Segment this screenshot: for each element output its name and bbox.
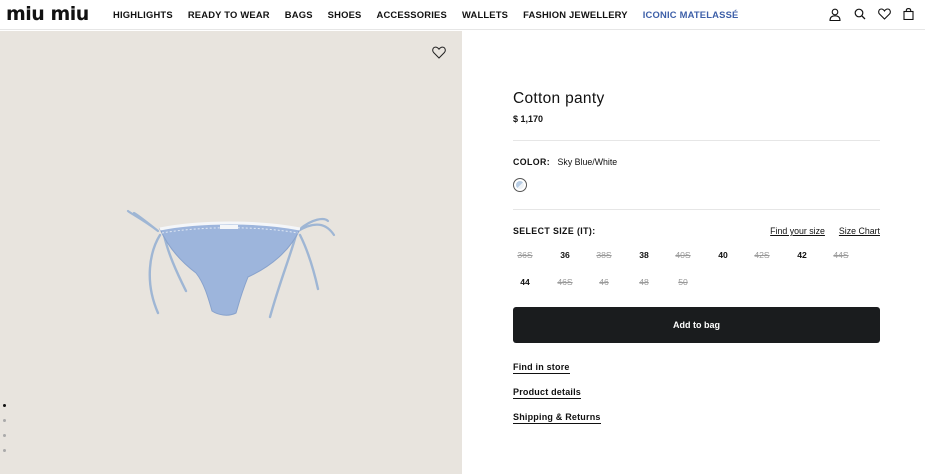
main-nav: HIGHLIGHTS READY TO WEAR BAGS SHOES ACCE… bbox=[113, 0, 754, 28]
header-icons bbox=[827, 6, 925, 22]
size-option[interactable]: 42S bbox=[750, 250, 774, 260]
size-option[interactable]: 42 bbox=[790, 250, 814, 260]
product-details-link[interactable]: Product details bbox=[513, 387, 582, 399]
product-price: $ 1,170 bbox=[513, 114, 544, 124]
divider bbox=[513, 209, 880, 210]
shipping-returns-link[interactable]: Shipping & Returns bbox=[513, 412, 601, 424]
divider bbox=[513, 140, 880, 141]
size-label: SELECT SIZE (IT): bbox=[513, 226, 596, 236]
nav-item-iconic-matelasse[interactable]: ICONIC MATELASSÉ bbox=[643, 9, 739, 20]
nav-item-ready-to-wear[interactable]: READY TO WEAR bbox=[188, 9, 270, 20]
nav-item-highlights[interactable]: HIGHLIGHTS bbox=[113, 9, 173, 20]
bag-icon[interactable] bbox=[901, 6, 917, 22]
color-label: COLOR: bbox=[513, 157, 551, 167]
find-in-store-link[interactable]: Find in store bbox=[513, 362, 570, 374]
nav-item-accessories[interactable]: ACCESSORIES bbox=[376, 9, 446, 20]
size-option[interactable]: 38S bbox=[592, 250, 616, 260]
size-option[interactable]: 40S bbox=[671, 250, 695, 260]
gallery-pagination bbox=[3, 404, 6, 464]
swatch-fill bbox=[516, 181, 524, 189]
nav-item-shoes[interactable]: SHOES bbox=[328, 9, 362, 20]
gallery-dot[interactable] bbox=[3, 419, 6, 422]
search-icon[interactable] bbox=[852, 6, 868, 22]
size-help-links: Find your size Size Chart bbox=[756, 226, 880, 236]
size-option[interactable]: 46 bbox=[592, 277, 616, 287]
gallery-dot[interactable] bbox=[3, 404, 6, 407]
size-option[interactable]: 38 bbox=[632, 250, 656, 260]
product-gallery[interactable] bbox=[0, 31, 462, 474]
color-row: COLOR: Sky Blue/White bbox=[513, 157, 617, 167]
size-option[interactable]: 36 bbox=[553, 250, 577, 260]
size-option[interactable]: 44 bbox=[513, 277, 537, 287]
color-swatch-sky-blue-white[interactable] bbox=[513, 178, 527, 192]
account-icon[interactable] bbox=[827, 6, 843, 22]
size-chart-link[interactable]: Size Chart bbox=[839, 226, 880, 236]
size-option[interactable]: 46S bbox=[553, 277, 577, 287]
size-option[interactable]: 44S bbox=[829, 250, 853, 260]
size-option[interactable]: 50 bbox=[671, 277, 695, 287]
nav-item-wallets[interactable]: WALLETS bbox=[462, 9, 508, 20]
brand-logo[interactable]: miu miu bbox=[6, 4, 89, 24]
product-image[interactable] bbox=[120, 201, 350, 331]
add-to-wishlist-icon[interactable] bbox=[432, 46, 446, 60]
site-header: miu miu HIGHLIGHTS READY TO WEAR BAGS SH… bbox=[0, 0, 925, 30]
size-option[interactable]: 40 bbox=[711, 250, 735, 260]
nav-item-bags[interactable]: BAGS bbox=[285, 9, 313, 20]
nav-item-fashion-jewellery[interactable]: FASHION JEWELLERY bbox=[523, 9, 628, 20]
gallery-dot[interactable] bbox=[3, 449, 6, 452]
size-option[interactable]: 48 bbox=[632, 277, 656, 287]
find-your-size-link[interactable]: Find your size bbox=[770, 226, 825, 236]
size-option[interactable]: 36S bbox=[513, 250, 537, 260]
wishlist-icon[interactable] bbox=[876, 6, 892, 22]
color-value: Sky Blue/White bbox=[557, 157, 618, 167]
product-details-panel: Cotton panty $ 1,170 COLOR: Sky Blue/Whi… bbox=[513, 31, 880, 474]
gallery-dot[interactable] bbox=[3, 434, 6, 437]
add-to-bag-button[interactable]: Add to bag bbox=[513, 307, 880, 343]
product-title: Cotton panty bbox=[513, 90, 605, 107]
